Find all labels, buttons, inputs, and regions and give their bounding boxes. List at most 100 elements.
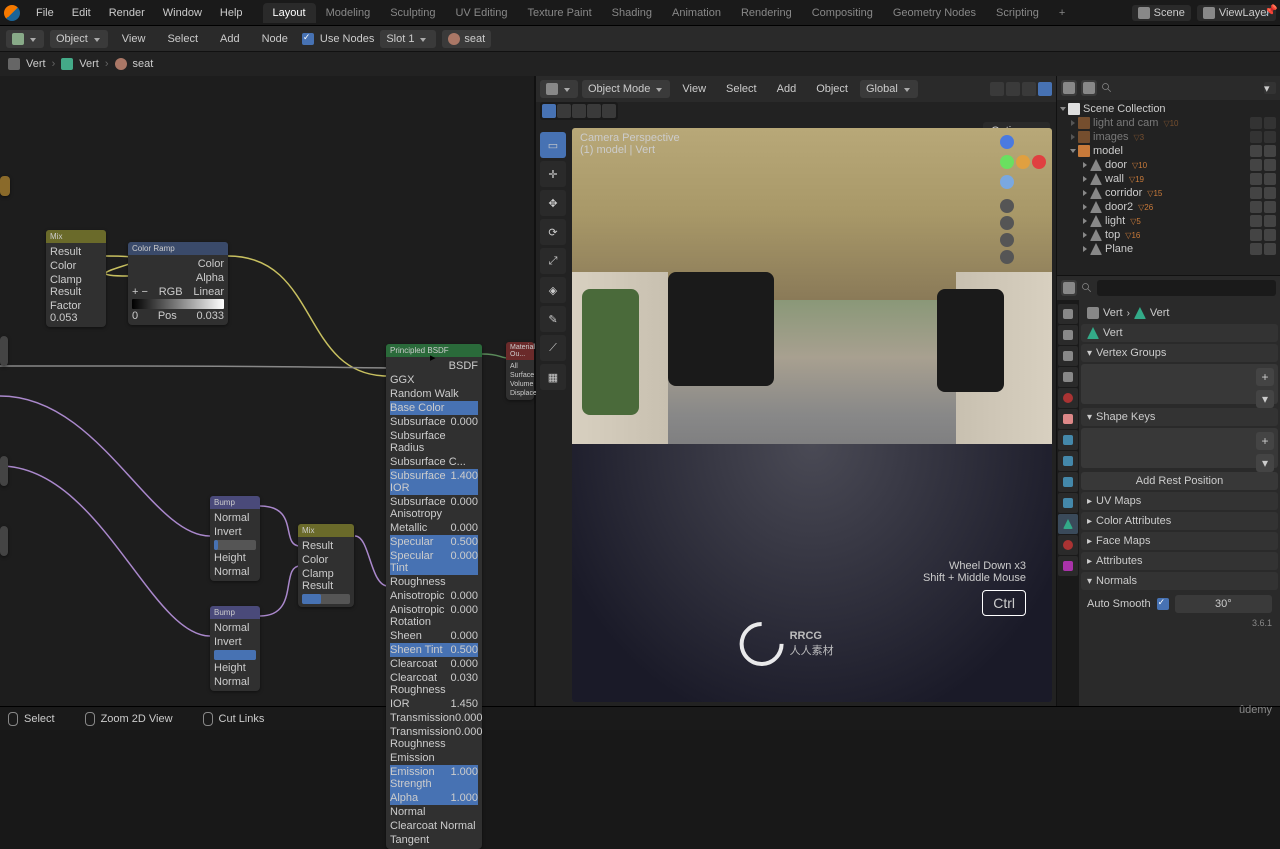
- tree-row[interactable]: top▽16: [1059, 228, 1278, 242]
- ggx-dropdown[interactable]: GGX: [390, 373, 478, 387]
- tree-row[interactable]: wall▽19: [1059, 172, 1278, 186]
- principled-row[interactable]: Clearcoat Normal: [390, 819, 478, 833]
- tab-add[interactable]: +: [1049, 3, 1075, 23]
- menu-button[interactable]: ▾: [1256, 390, 1274, 408]
- tab-scripting[interactable]: Scripting: [986, 3, 1049, 23]
- tree-row[interactable]: images▽3: [1059, 130, 1278, 144]
- color-ramp-header[interactable]: Color Ramp: [128, 242, 228, 255]
- measure-tool[interactable]: ⟋: [540, 335, 566, 361]
- eye-icon[interactable]: [1250, 159, 1262, 171]
- add-rest-position-button[interactable]: Add Rest Position: [1081, 472, 1278, 490]
- factor-slider[interactable]: [302, 594, 350, 604]
- vertex-groups-header[interactable]: ▾ Vertex Groups: [1081, 344, 1278, 362]
- node-menu-view[interactable]: View: [114, 29, 154, 49]
- tab-layout[interactable]: Layout: [263, 3, 316, 23]
- principled-bsdf-node[interactable]: Principled BSDF BSDF GGX Random Walk Bas…: [386, 344, 482, 849]
- vp-menu-select[interactable]: Select: [718, 79, 765, 99]
- object-mode-dropdown[interactable]: Object: [50, 30, 108, 48]
- mix-node-2[interactable]: Mix Result Color Clamp Result: [298, 524, 354, 607]
- bc-b[interactable]: Vert: [1150, 307, 1170, 319]
- eye-icon[interactable]: [1250, 131, 1262, 143]
- pill[interactable]: [587, 104, 601, 118]
- bump-header[interactable]: Bump: [210, 496, 260, 509]
- render-icon[interactable]: [1264, 201, 1276, 213]
- slot-dropdown[interactable]: Slot 1: [380, 30, 436, 48]
- material-output-node[interactable]: Material Ou... All Surface Volume Displa…: [506, 342, 534, 400]
- node-editor-canvas[interactable]: Mix Result Color Clamp Result Factor 0.0…: [0, 76, 536, 706]
- render-icon[interactable]: [1264, 145, 1276, 157]
- principled-row[interactable]: Specular Tint0.000: [390, 549, 478, 575]
- node-edge[interactable]: [0, 336, 8, 366]
- physics-tab[interactable]: [1058, 472, 1078, 492]
- node-edge[interactable]: [0, 176, 10, 196]
- mat-out-header[interactable]: Material Ou...: [506, 342, 534, 360]
- principled-row[interactable]: Normal: [390, 805, 478, 819]
- tab-sculpting[interactable]: Sculpting: [380, 3, 445, 23]
- render-tab[interactable]: [1058, 304, 1078, 324]
- tree-root[interactable]: Scene Collection: [1059, 102, 1278, 116]
- object-tab[interactable]: [1058, 409, 1078, 429]
- particle-tab[interactable]: [1058, 451, 1078, 471]
- face-maps-header[interactable]: ▸ Face Maps: [1081, 532, 1278, 550]
- move-tool[interactable]: ✥: [540, 190, 566, 216]
- principled-row[interactable]: Anisotropic Rotation0.000: [390, 603, 478, 629]
- strength-slider[interactable]: [214, 650, 256, 660]
- shading-solid[interactable]: [1006, 82, 1020, 96]
- strength-slider[interactable]: [214, 540, 256, 550]
- material-field[interactable]: seat: [442, 30, 491, 48]
- principled-row[interactable]: Subsurface C...: [390, 455, 478, 469]
- bc-material[interactable]: seat: [133, 58, 154, 70]
- menu-button[interactable]: ▾: [1256, 454, 1274, 472]
- mix-header[interactable]: Mix: [298, 524, 354, 537]
- tree-row[interactable]: model: [1059, 144, 1278, 158]
- color-attrs-header[interactable]: ▸ Color Attributes: [1081, 512, 1278, 530]
- bc-a[interactable]: Vert: [1103, 307, 1123, 319]
- render-icon[interactable]: [1264, 243, 1276, 255]
- output-tab[interactable]: [1058, 325, 1078, 345]
- principled-row[interactable]: Emission Strength1.000: [390, 765, 478, 791]
- transform-tool[interactable]: ◈: [540, 277, 566, 303]
- tab-compositing[interactable]: Compositing: [802, 3, 883, 23]
- render-icon[interactable]: [1264, 131, 1276, 143]
- principled-row[interactable]: Clearcoat0.000: [390, 657, 478, 671]
- axis-y-icon[interactable]: [1000, 155, 1014, 169]
- angle-field[interactable]: 30°: [1175, 595, 1272, 613]
- menu-window[interactable]: Window: [155, 3, 210, 23]
- perspective-icon[interactable]: [1000, 250, 1014, 264]
- world-tab[interactable]: [1058, 388, 1078, 408]
- shading-rendered[interactable]: [1038, 82, 1052, 96]
- outliner-type-dropdown[interactable]: [1061, 80, 1077, 96]
- ramp-gradient[interactable]: [132, 299, 224, 309]
- menu-file[interactable]: File: [28, 3, 62, 23]
- scale-tool[interactable]: ⤢: [540, 248, 566, 274]
- add-button[interactable]: +: [1256, 368, 1274, 386]
- node-menu-node[interactable]: Node: [254, 29, 296, 49]
- principled-row[interactable]: Roughness: [390, 575, 478, 589]
- rotate-tool[interactable]: ⟳: [540, 219, 566, 245]
- data-name-field[interactable]: Vert: [1081, 324, 1278, 342]
- principled-row[interactable]: Transmission Roughness0.000: [390, 725, 478, 751]
- pill[interactable]: [557, 104, 571, 118]
- eye-icon[interactable]: [1250, 117, 1262, 129]
- pill[interactable]: [542, 104, 556, 118]
- tab-rendering[interactable]: Rendering: [731, 3, 802, 23]
- axis-x-icon[interactable]: [1016, 155, 1030, 169]
- tab-modeling[interactable]: Modeling: [316, 3, 381, 23]
- use-nodes-checkbox[interactable]: [302, 33, 314, 45]
- props-search-input[interactable]: [1097, 280, 1276, 296]
- eye-icon[interactable]: [1250, 145, 1262, 157]
- axis-z-icon[interactable]: [1000, 135, 1014, 149]
- node-menu-add[interactable]: Add: [212, 29, 248, 49]
- tab-uv-editing[interactable]: UV Editing: [445, 3, 517, 23]
- eye-icon[interactable]: [1250, 215, 1262, 227]
- viewlayer-tab[interactable]: [1058, 346, 1078, 366]
- principled-row[interactable]: Subsurface Anisotropy0.000: [390, 495, 478, 521]
- tab-geometry-nodes[interactable]: Geometry Nodes: [883, 3, 986, 23]
- tree-row[interactable]: corridor▽15: [1059, 186, 1278, 200]
- mode-dropdown[interactable]: Object Mode: [582, 80, 670, 98]
- eye-icon[interactable]: [1250, 229, 1262, 241]
- principled-row[interactable]: Metallic0.000: [390, 521, 478, 535]
- add-button[interactable]: +: [1256, 432, 1274, 450]
- display-mode[interactable]: [1081, 80, 1097, 96]
- tree-row[interactable]: door▽10: [1059, 158, 1278, 172]
